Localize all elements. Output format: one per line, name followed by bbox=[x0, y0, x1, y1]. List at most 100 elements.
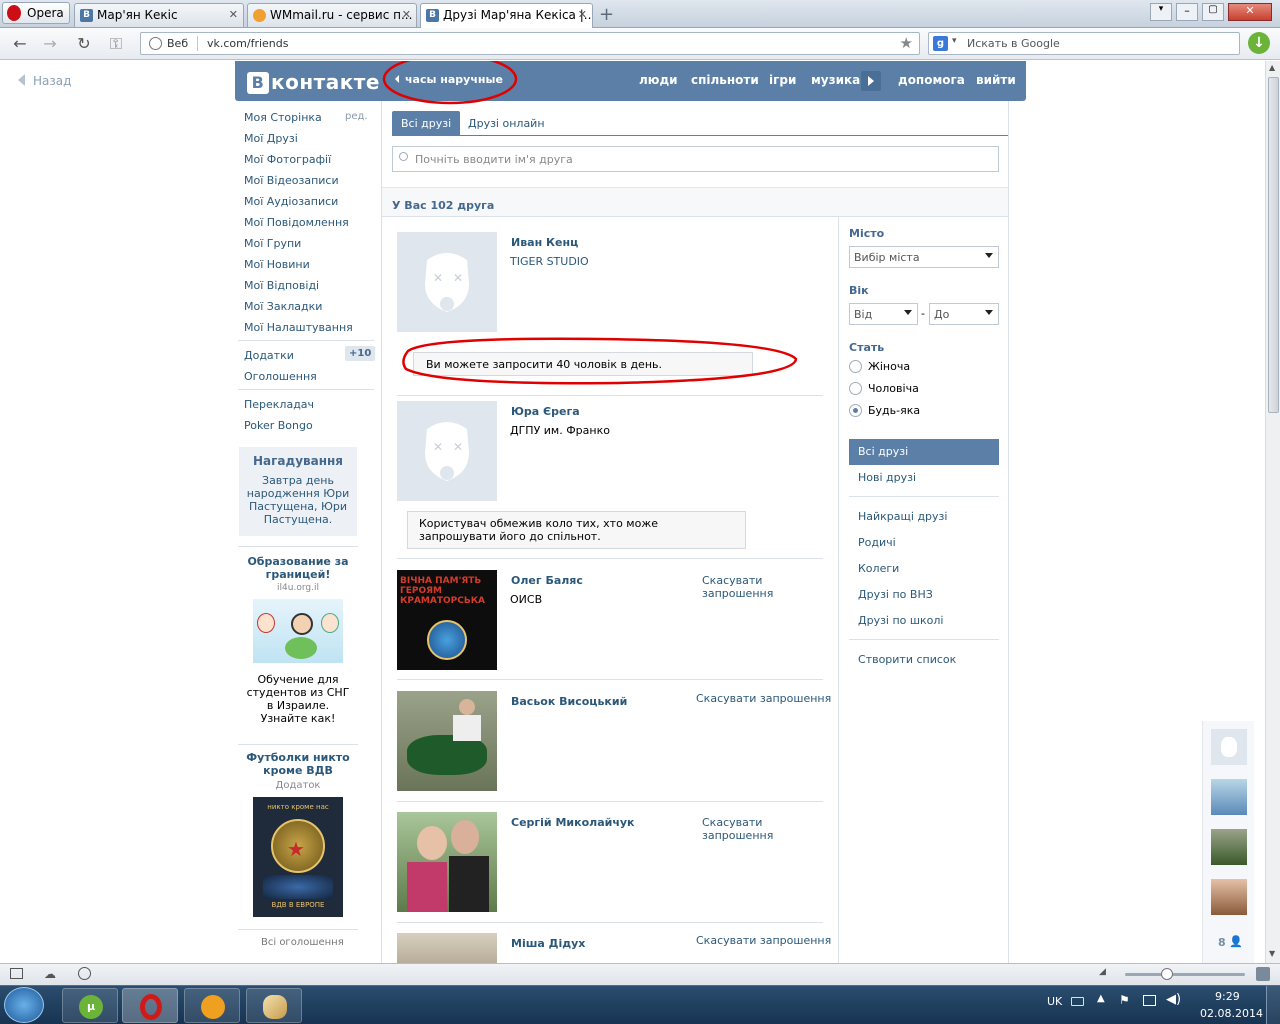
key-icon[interactable]: ⚿ bbox=[106, 34, 126, 54]
tab-wmmail[interactable]: WMmail.ru - сервис п... ✕ bbox=[247, 3, 417, 27]
gender-male-label[interactable]: Чоловіча bbox=[868, 382, 919, 395]
speed-dial-icon[interactable] bbox=[78, 967, 91, 980]
nav-communities[interactable]: спільноти bbox=[691, 73, 759, 87]
taskbar-paint[interactable] bbox=[246, 988, 302, 1023]
list-best-friends[interactable]: Найкращі друзі bbox=[858, 510, 947, 523]
page-scrollbar[interactable]: ▲ ▼ bbox=[1265, 61, 1280, 963]
reload-icon[interactable]: ↻ bbox=[74, 34, 94, 54]
friend-info[interactable]: TIGER STUDIO bbox=[510, 255, 589, 268]
menu-my-friends[interactable]: Мої Друзі bbox=[244, 132, 298, 145]
close-tab-icon[interactable]: ✕ bbox=[402, 8, 411, 21]
scroll-down-icon[interactable]: ▼ bbox=[1269, 949, 1275, 958]
list-university[interactable]: Друзі по ВНЗ bbox=[858, 588, 933, 601]
tray-expand-icon[interactable]: ▲ bbox=[1097, 993, 1105, 1004]
ad-education[interactable]: Образование за границей! il4u.org.il Обу… bbox=[244, 555, 352, 725]
zoom-slider[interactable] bbox=[1125, 968, 1245, 980]
scroll-thumb[interactable] bbox=[1268, 77, 1279, 413]
friend-name[interactable]: Юра Єрега bbox=[511, 405, 580, 418]
reminder-line3[interactable]: Пастущена, Юри bbox=[239, 500, 357, 513]
edit-link[interactable]: ред. bbox=[345, 111, 368, 122]
download-icon[interactable]: ↓ bbox=[1248, 32, 1270, 54]
menu-my-audio[interactable]: Мої Аудіозаписи bbox=[244, 195, 338, 208]
clock-date[interactable]: 02.08.2014 bbox=[1200, 1007, 1263, 1020]
bookmark-star-icon[interactable]: ★ bbox=[900, 34, 913, 52]
menu-my-settings[interactable]: Мої Налаштування bbox=[244, 321, 353, 334]
back-link[interactable]: Назад bbox=[18, 74, 71, 88]
menu-my-page[interactable]: Моя Сторінка bbox=[244, 111, 322, 124]
online-avatar[interactable] bbox=[1211, 779, 1247, 815]
avatar[interactable]: ✕ ✕ bbox=[397, 401, 497, 501]
all-ads-link[interactable]: Всі оголошення bbox=[261, 937, 344, 948]
online-avatar[interactable] bbox=[1211, 879, 1247, 915]
taskbar-aimp[interactable] bbox=[184, 988, 240, 1023]
list-relatives[interactable]: Родичі bbox=[858, 536, 896, 549]
opera-menu-button[interactable]: Opera bbox=[2, 2, 70, 24]
tab-all-friends[interactable]: Всі друзі bbox=[392, 111, 461, 135]
friend-search-input[interactable]: Почніть вводити ім'я друга bbox=[392, 146, 999, 172]
cancel-invite-link[interactable]: Скасувати запрошення bbox=[696, 692, 831, 705]
nav-help[interactable]: допомога bbox=[898, 73, 965, 87]
friend-name[interactable]: Міша Дідух bbox=[511, 937, 585, 950]
start-button[interactable] bbox=[4, 987, 44, 1023]
cancel-invite-link[interactable]: Скасувати запрошення bbox=[702, 816, 792, 842]
list-colleagues[interactable]: Колеги bbox=[858, 562, 899, 575]
clock-time[interactable]: 9:29 bbox=[1215, 990, 1240, 1003]
gender-female-radio[interactable] bbox=[849, 360, 862, 373]
cloud-icon[interactable]: ☁ bbox=[44, 967, 56, 981]
gender-any-radio[interactable] bbox=[849, 404, 862, 417]
ad-tshirts[interactable]: Футболки никто кроме ВДВ Додаток никто к… bbox=[244, 751, 352, 917]
volume-icon[interactable]: ◀) bbox=[1166, 992, 1181, 1007]
menu-my-messages[interactable]: Мої Повідомлення bbox=[244, 216, 349, 229]
online-avatar[interactable] bbox=[1211, 829, 1247, 865]
nav-people[interactable]: люди bbox=[639, 73, 678, 87]
tab-friends-online[interactable]: Друзі онлайн bbox=[459, 111, 554, 135]
friend-name[interactable]: Иван Кенц bbox=[511, 236, 578, 249]
gender-any-label[interactable]: Будь-яка bbox=[868, 404, 920, 417]
close-tab-icon[interactable]: ✕ bbox=[578, 8, 587, 21]
url-field[interactable]: Веб vk.com/friends ★ bbox=[140, 32, 920, 55]
avatar[interactable]: ✕ ✕ bbox=[397, 232, 497, 332]
network-icon[interactable] bbox=[1143, 995, 1156, 1006]
language-indicator[interactable]: UK bbox=[1047, 995, 1062, 1008]
online-count[interactable]: 8 bbox=[1218, 936, 1226, 949]
chevron-down-icon[interactable]: ▾ bbox=[952, 36, 957, 46]
search-field[interactable]: g ▾ Искать в Google bbox=[928, 32, 1240, 55]
friend-name[interactable]: Олег Баляс bbox=[511, 574, 583, 587]
back-arrow-icon[interactable]: ← bbox=[10, 34, 30, 54]
menu-my-videos[interactable]: Мої Відеозаписи bbox=[244, 174, 339, 187]
menu-my-bookmarks[interactable]: Мої Закладки bbox=[244, 300, 322, 313]
tab-friends[interactable]: B Друзі Мар'яна Кекіса |... ✕ bbox=[420, 3, 593, 28]
friend-name[interactable]: Сергій Миколайчук bbox=[511, 816, 635, 829]
age-to-select[interactable]: До bbox=[929, 303, 999, 325]
menu-translator[interactable]: Перекладач bbox=[244, 398, 314, 411]
gender-female-label[interactable]: Жіноча bbox=[868, 360, 910, 373]
keyboard-icon[interactable] bbox=[1071, 997, 1084, 1006]
reminder-line2[interactable]: народження Юри bbox=[239, 487, 357, 500]
reminder-line1[interactable]: Завтра день bbox=[239, 474, 357, 487]
nav-music[interactable]: музика bbox=[811, 73, 860, 87]
zoom-decrease-icon[interactable]: ◢ bbox=[1099, 967, 1106, 977]
cancel-invite-link[interactable]: Скасувати запрошення bbox=[702, 574, 792, 600]
reminder-line4[interactable]: Пастущена. bbox=[239, 513, 357, 526]
zoom-slider-thumb[interactable] bbox=[1161, 968, 1173, 980]
create-list-link[interactable]: Створити список bbox=[858, 653, 956, 666]
menu-poker[interactable]: Poker Bongo bbox=[244, 419, 313, 432]
show-desktop-button[interactable] bbox=[1266, 986, 1280, 1024]
panel-toggle-icon[interactable] bbox=[10, 968, 23, 979]
taskbar-utorrent[interactable]: µ bbox=[62, 988, 118, 1023]
nav-games[interactable]: ігри bbox=[769, 73, 796, 87]
list-school[interactable]: Друзі по школі bbox=[858, 614, 943, 627]
vk-logo[interactable]: Вконтакте bbox=[247, 70, 380, 94]
new-tab-icon[interactable]: + bbox=[599, 4, 614, 25]
nav-logout[interactable]: вийти bbox=[976, 73, 1016, 87]
maximize-icon[interactable]: ▢ bbox=[1202, 3, 1224, 21]
zoom-reset-icon[interactable] bbox=[1256, 967, 1270, 981]
flag-icon[interactable]: ⚑ bbox=[1119, 993, 1130, 1007]
online-avatar[interactable] bbox=[1211, 729, 1247, 765]
minimize-icon[interactable]: – bbox=[1176, 3, 1198, 21]
list-new-friends[interactable]: Нові друзі bbox=[858, 471, 916, 484]
taskbar-opera[interactable] bbox=[122, 988, 178, 1023]
menu-my-answers[interactable]: Мої Відповіді bbox=[244, 279, 319, 292]
close-window-icon[interactable]: ✕ bbox=[1228, 3, 1272, 21]
gender-male-radio[interactable] bbox=[849, 382, 862, 395]
